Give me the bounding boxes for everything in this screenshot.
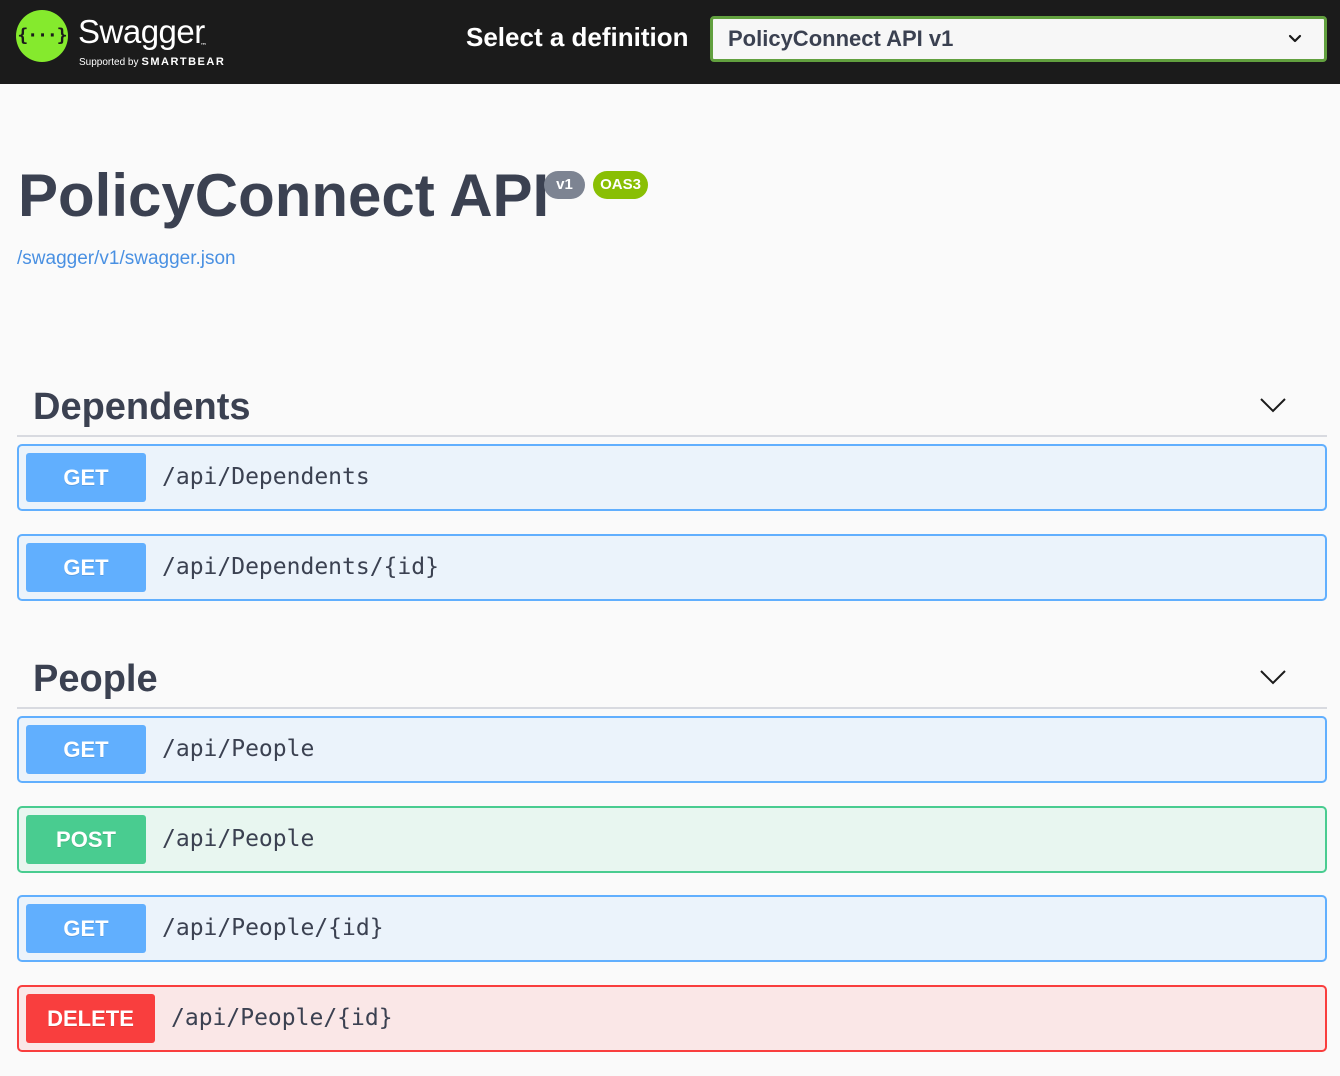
operation-get-dependent-by-id[interactable]: GET /api/Dependents/{id} — [17, 534, 1327, 601]
operation-path: /api/People — [162, 826, 315, 852]
oas-badge: OAS3 — [593, 171, 648, 199]
swagger-logo-icon: {···} — [16, 10, 68, 62]
operation-path: /api/Dependents — [162, 464, 370, 490]
operation-get-person-by-id[interactable]: GET /api/People/{id} — [17, 895, 1327, 962]
swagger-logo[interactable]: {···} Swagger ™ Supported by SMARTBEAR — [16, 8, 246, 76]
operation-path: /api/Dependents/{id} — [162, 554, 439, 580]
chevron-down-icon[interactable] — [1259, 669, 1287, 685]
logo-brand-text: SMARTBEAR — [141, 56, 226, 68]
spec-json-link[interactable]: /swagger/v1/swagger.json — [17, 246, 236, 272]
definition-select-label: Select a definition — [466, 22, 689, 52]
version-badge: v1 — [544, 171, 585, 199]
method-badge: GET — [26, 904, 146, 953]
operation-path: /api/People — [162, 736, 315, 762]
logo-trademark: ™ — [200, 42, 207, 50]
operation-delete-person-by-id[interactable]: DELETE /api/People/{id} — [17, 985, 1327, 1052]
operation-path: /api/People/{id} — [162, 915, 384, 941]
tag-section-people[interactable]: People — [17, 627, 1327, 709]
tag-title: People — [33, 658, 158, 700]
method-badge: DELETE — [26, 994, 155, 1043]
operation-path: /api/People/{id} — [171, 1005, 393, 1031]
method-badge: GET — [26, 453, 146, 502]
definition-select[interactable]: PolicyConnect API v1 — [710, 16, 1327, 62]
method-badge: POST — [26, 815, 146, 864]
tag-title: Dependents — [33, 386, 251, 428]
operation-get-people[interactable]: GET /api/People — [17, 716, 1327, 783]
logo-supported-text: Supported by — [79, 57, 139, 68]
api-title: PolicyConnect API — [18, 162, 550, 229]
definition-select-value: PolicyConnect API v1 — [728, 26, 954, 51]
tag-section-dependents[interactable]: Dependents — [17, 355, 1327, 437]
chevron-down-icon — [1288, 34, 1302, 43]
logo-subtitle: Supported by SMARTBEAR — [79, 56, 225, 68]
chevron-down-icon[interactable] — [1259, 397, 1287, 413]
method-badge: GET — [26, 725, 146, 774]
method-badge: GET — [26, 543, 146, 592]
logo-title: Swagger — [78, 13, 205, 50]
operation-get-dependents[interactable]: GET /api/Dependents — [17, 444, 1327, 511]
operation-post-people[interactable]: POST /api/People — [17, 806, 1327, 873]
topbar: {···} Swagger ™ Supported by SMARTBEAR Se… — [0, 0, 1340, 84]
